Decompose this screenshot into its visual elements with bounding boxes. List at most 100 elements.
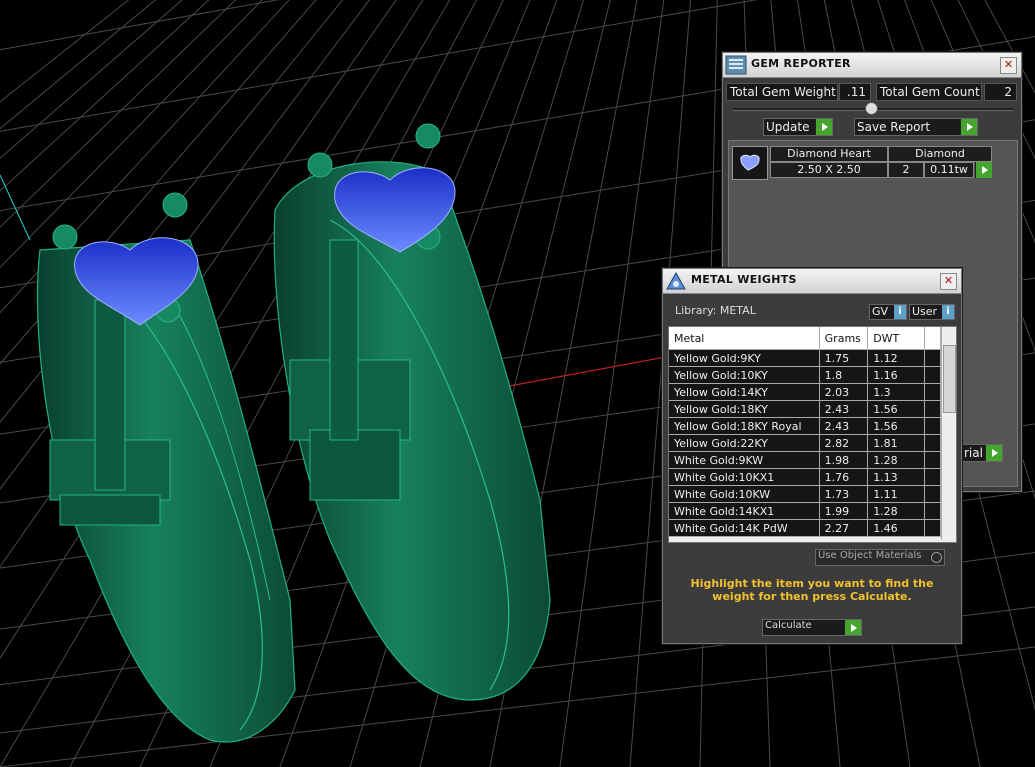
vertical-scrollbar[interactable] bbox=[941, 327, 956, 540]
column-header-metal[interactable]: Metal bbox=[669, 327, 820, 350]
use-object-materials-button[interactable]: Use Object Materials bbox=[815, 549, 945, 566]
cell-metal: White Gold:10KW bbox=[669, 485, 820, 503]
cell-dwt: 1.28 bbox=[867, 502, 925, 520]
metal-weights-panel: METAL WEIGHTS ✕ Library: METAL GV i User… bbox=[662, 268, 962, 644]
cell-dwt: 1.46 bbox=[867, 519, 925, 537]
info-icon: i bbox=[942, 305, 954, 319]
cell-grams: 2.27 bbox=[819, 519, 869, 537]
cell-metal: Yellow Gold:18KY Royal bbox=[669, 417, 820, 435]
metal-weights-table: Metal Grams DWT Yellow Gold:9KY 1.75 1.12 Y… bbox=[669, 327, 942, 537]
table-row[interactable]: White Gold:14K PdW 2.27 1.46 bbox=[669, 519, 942, 537]
table-row[interactable]: Yellow Gold:9KY 1.75 1.12 bbox=[669, 349, 942, 367]
cell-grams: 2.43 bbox=[819, 400, 869, 418]
save-report-button-label: Save Report bbox=[857, 120, 931, 134]
gv-button[interactable]: GV i bbox=[869, 304, 907, 320]
total-gem-count-value: 2 bbox=[984, 83, 1017, 101]
cell-grams: 2.03 bbox=[819, 383, 869, 401]
user-button[interactable]: User i bbox=[909, 304, 955, 320]
gem-reporter-titlebar[interactable]: GEM REPORTER ✕ bbox=[723, 53, 1021, 78]
play-arrow-icon bbox=[815, 119, 832, 135]
gem-count-cell: 2 bbox=[888, 162, 924, 178]
gem-name-cell: Diamond Heart bbox=[770, 146, 888, 162]
cell-grams: 2.43 bbox=[819, 417, 869, 435]
cell-spacer bbox=[924, 519, 942, 537]
cell-spacer bbox=[924, 485, 942, 503]
cell-spacer bbox=[924, 434, 942, 452]
instruction-text: Highlight the item you want to find the … bbox=[690, 577, 934, 603]
play-arrow-icon bbox=[985, 445, 1002, 461]
cell-spacer bbox=[924, 451, 942, 469]
cell-grams: 1.75 bbox=[819, 349, 869, 367]
cell-spacer bbox=[924, 468, 942, 486]
cell-dwt: 1.56 bbox=[867, 400, 925, 418]
total-gem-weight-label-box: Total Gem Weight bbox=[726, 83, 838, 101]
calculate-button[interactable]: Calculate bbox=[762, 619, 862, 636]
gem-thumbnail bbox=[732, 146, 768, 180]
cell-spacer bbox=[924, 400, 942, 418]
cell-spacer bbox=[924, 349, 942, 367]
cell-spacer bbox=[924, 417, 942, 435]
cell-dwt: 1.81 bbox=[867, 434, 925, 452]
table-row[interactable]: White Gold:10KX1 1.76 1.13 bbox=[669, 468, 942, 486]
user-button-label: User bbox=[912, 305, 938, 318]
cell-grams: 2.82 bbox=[819, 434, 869, 452]
cell-dwt: 1.13 bbox=[867, 468, 925, 486]
metal-weights-title: METAL WEIGHTS bbox=[691, 273, 797, 286]
cell-grams: 1.73 bbox=[819, 485, 869, 503]
gem-reporter-icon bbox=[725, 55, 747, 75]
cell-metal: White Gold:9KW bbox=[669, 451, 820, 469]
close-icon[interactable]: ✕ bbox=[1000, 57, 1017, 74]
cell-metal: Yellow Gold:14KY bbox=[669, 383, 820, 401]
table-row[interactable]: White Gold:9KW 1.98 1.28 bbox=[669, 451, 942, 469]
metal-weights-titlebar[interactable]: METAL WEIGHTS ✕ bbox=[663, 269, 961, 294]
update-button[interactable]: Update bbox=[763, 118, 833, 136]
column-header-spacer bbox=[924, 327, 942, 350]
cell-grams: 1.98 bbox=[819, 451, 869, 469]
cell-metal: Yellow Gold:10KY bbox=[669, 366, 820, 384]
cell-grams: 1.8 bbox=[819, 366, 869, 384]
cell-metal: White Gold:14K PdW bbox=[669, 519, 820, 537]
cell-metal: White Gold:14KX1 bbox=[669, 502, 820, 520]
table-row[interactable]: White Gold:14KX1 1.99 1.28 bbox=[669, 502, 942, 520]
column-header-dwt[interactable]: DWT bbox=[867, 327, 925, 350]
cell-spacer bbox=[924, 383, 942, 401]
total-gem-weight-text: .11 bbox=[846, 85, 866, 99]
use-object-materials-label: Use Object Materials bbox=[818, 550, 922, 561]
toggle-circle-icon bbox=[931, 552, 942, 563]
gem-details-button[interactable] bbox=[975, 162, 992, 178]
cell-metal: Yellow Gold:9KY bbox=[669, 349, 820, 367]
cell-dwt: 1.3 bbox=[867, 383, 925, 401]
material-button-partial-label: rial bbox=[964, 446, 983, 460]
cell-dwt: 1.12 bbox=[867, 349, 925, 367]
cell-grams: 1.99 bbox=[819, 502, 869, 520]
gem-size-cell: 2.50 X 2.50 bbox=[770, 162, 888, 178]
cell-metal: Yellow Gold:18KY bbox=[669, 400, 820, 418]
gem-material-cell: Diamond bbox=[888, 146, 992, 162]
table-row[interactable]: Yellow Gold:18KY 2.43 1.56 bbox=[669, 400, 942, 418]
table-row[interactable]: White Gold:10KW 1.73 1.11 bbox=[669, 485, 942, 503]
column-header-grams[interactable]: Grams bbox=[819, 327, 869, 350]
material-button-partial[interactable]: rial bbox=[961, 444, 1003, 462]
slider-handle[interactable] bbox=[865, 102, 878, 115]
cell-spacer bbox=[924, 502, 942, 520]
play-arrow-icon bbox=[960, 119, 977, 135]
library-label: Library: METAL bbox=[675, 304, 756, 317]
cell-spacer bbox=[924, 366, 942, 384]
table-row[interactable]: Yellow Gold:18KY Royal 2.43 1.56 bbox=[669, 417, 942, 435]
gem-reporter-title: GEM REPORTER bbox=[751, 57, 851, 70]
total-gem-count-label: Total Gem Count bbox=[880, 85, 980, 99]
table-row[interactable]: Yellow Gold:14KY 2.03 1.3 bbox=[669, 383, 942, 401]
cell-dwt: 1.16 bbox=[867, 366, 925, 384]
cell-grams: 1.76 bbox=[819, 468, 869, 486]
table-row[interactable]: Yellow Gold:10KY 1.8 1.16 bbox=[669, 366, 942, 384]
total-gem-count-label-box: Total Gem Count bbox=[876, 83, 982, 101]
cell-metal: Yellow Gold:22KY bbox=[669, 434, 820, 452]
scrollbar-thumb[interactable] bbox=[943, 345, 956, 413]
table-row[interactable]: Yellow Gold:22KY 2.82 1.81 bbox=[669, 434, 942, 452]
gv-button-label: GV bbox=[872, 305, 889, 318]
cell-dwt: 1.28 bbox=[867, 451, 925, 469]
close-icon[interactable]: ✕ bbox=[940, 273, 957, 290]
gem-list-item[interactable]: Diamond Heart Diamond 2.50 X 2.50 2 0.11… bbox=[732, 144, 994, 180]
heart-gem-icon bbox=[740, 154, 760, 171]
save-report-button[interactable]: Save Report bbox=[854, 118, 978, 136]
